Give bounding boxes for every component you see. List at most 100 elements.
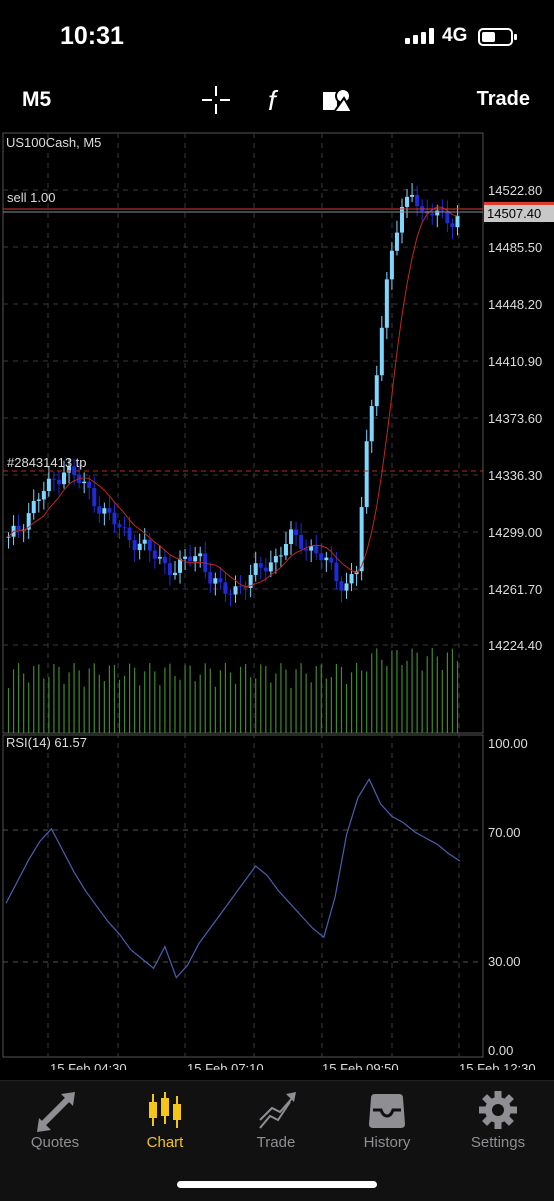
chart-grid (3, 133, 483, 1057)
candle-body (127, 527, 132, 541)
candle-body (405, 196, 410, 207)
tab-settings[interactable]: Settings (448, 1090, 548, 1151)
candle-body (349, 574, 354, 584)
candle-body (415, 194, 420, 207)
price-axis: 14522.80 14485.50 14448.20 14410.90 1437… (488, 183, 542, 653)
price-tick: 14373.60 (488, 411, 542, 426)
tab-history[interactable]: History (337, 1090, 437, 1151)
candle-body (31, 500, 36, 514)
price-tick: 14448.20 (488, 297, 542, 312)
svg-text:f: f (268, 85, 279, 116)
price-tick: 14261.70 (488, 582, 542, 597)
candle-body (374, 375, 379, 407)
candle-body (440, 210, 445, 212)
candle-body (107, 508, 112, 513)
candle-body (92, 487, 97, 507)
candle-body (304, 548, 309, 551)
candle-body (299, 534, 304, 549)
candle-body (132, 540, 137, 551)
candle-body (278, 555, 283, 557)
candle-body (162, 556, 167, 564)
trade-icon (259, 1092, 296, 1129)
candle-body (450, 223, 455, 228)
candle-body (233, 586, 238, 595)
candle-body (364, 441, 369, 508)
sell-order-label: sell 1.00 (7, 190, 55, 205)
candle-body (51, 478, 56, 480)
candle-body (87, 481, 92, 488)
rsi-axis: 100.00 70.00 30.00 0.00 (488, 736, 528, 1058)
rsi-tick: 30.00 (488, 954, 521, 969)
candle-body (455, 215, 460, 228)
candle-body (379, 327, 384, 376)
price-tick: 14410.90 (488, 354, 542, 369)
network-type: 4G (442, 25, 468, 46)
candle-body (142, 539, 147, 544)
candle-body (253, 563, 258, 575)
candle-body (157, 556, 162, 559)
tab-chart[interactable]: Chart (115, 1090, 215, 1151)
trade-button[interactable]: Trade (477, 88, 530, 111)
candle-body (178, 558, 183, 573)
settings-icon (479, 1091, 517, 1129)
time-axis: 15 Feb 04:30 15 Feb 07:10 15 Feb 09:50 1… (50, 1061, 536, 1070)
candle-body (289, 529, 294, 545)
candle-body (314, 546, 319, 554)
candle-body (389, 250, 394, 280)
time-tick: 15 Feb 12:30 (459, 1061, 536, 1070)
objects-icon[interactable] (320, 84, 354, 116)
candle-body (273, 556, 278, 563)
candle-body (183, 556, 188, 559)
timeframe-button[interactable]: M5 (22, 88, 51, 112)
candle-body (283, 544, 288, 556)
candle-body (339, 581, 344, 591)
tab-quotes[interactable]: Quotes (5, 1090, 105, 1151)
candle-body (394, 232, 399, 251)
chart-icon (149, 1092, 181, 1128)
candle-body (445, 211, 450, 224)
cellular-signal-icon (405, 28, 434, 44)
current-price: 14507.40 (487, 206, 541, 221)
tab-label: History (363, 1134, 411, 1151)
candle-body (16, 525, 21, 531)
candle-body (56, 479, 61, 485)
home-indicator (177, 1181, 377, 1188)
crosshair-icon[interactable] (200, 84, 232, 116)
candle-body (319, 553, 324, 561)
rsi-pane (2, 734, 484, 1058)
candle-body (36, 499, 41, 501)
candle-body (430, 213, 435, 216)
price-tick: 14522.80 (488, 183, 542, 198)
candle-body (147, 539, 152, 551)
battery-icon (478, 28, 517, 46)
rsi-label: RSI(14) 61.57 (6, 735, 87, 750)
candle-body (369, 406, 374, 442)
indicators-icon[interactable]: f (264, 84, 292, 116)
candle-body (238, 586, 243, 588)
price-pane (2, 132, 484, 734)
candle-body (258, 563, 263, 568)
candle-body (294, 529, 299, 535)
tab-label: Settings (470, 1134, 526, 1151)
price-tick: 14299.00 (488, 525, 542, 540)
candle-body (263, 567, 268, 572)
candle-body (268, 562, 273, 572)
sell-price-tag (484, 202, 554, 205)
candle-body (188, 556, 193, 562)
candle-body (172, 572, 177, 576)
tp-label: #28431413 tp (7, 455, 87, 470)
candle-body (137, 543, 142, 551)
candle-body (6, 536, 11, 538)
symbol-label: US100Cash, M5 (6, 135, 101, 150)
candle-body (334, 562, 339, 582)
tab-label: Trade (256, 1134, 296, 1151)
tab-label: Quotes (30, 1134, 80, 1151)
time-tick: 15 Feb 07:10 (187, 1061, 264, 1070)
status-bar: 10:31 4G (0, 0, 554, 75)
price-chart[interactable]: US100Cash, M5 sell 1.00 #28431413 tp RSI… (0, 130, 554, 1070)
candle-body (41, 491, 46, 500)
time-tick: 15 Feb 09:50 (322, 1061, 399, 1070)
candle-body (102, 508, 107, 514)
price-tick: 14224.40 (488, 638, 542, 653)
tab-trade[interactable]: Trade (226, 1090, 326, 1151)
